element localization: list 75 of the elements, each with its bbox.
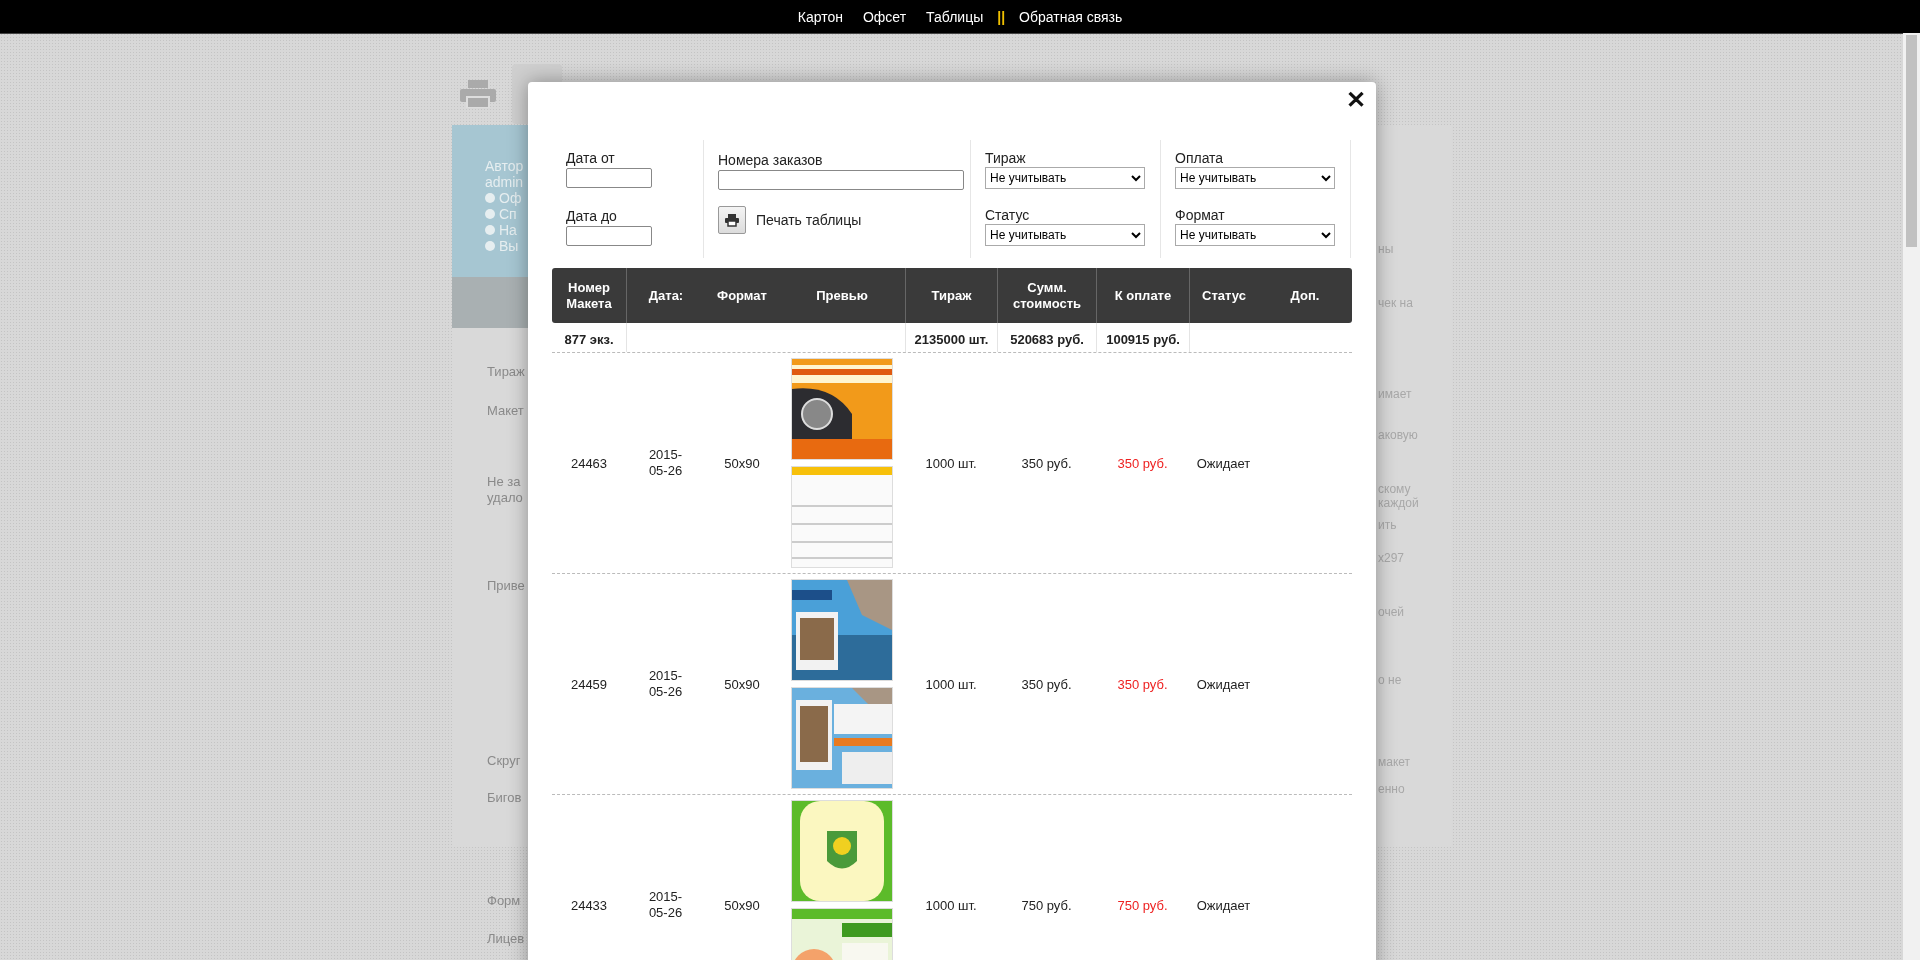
column-header: Номер Макета (565, 278, 613, 313)
table-cell: 100915 руб. (1096, 323, 1189, 352)
filter-dropdown[interactable]: Не учитывать (1175, 224, 1335, 246)
table-cell-text: 1000 шт. (924, 454, 978, 473)
table-cell-text: 750 руб. (1020, 896, 1073, 915)
scrollbar-thumb[interactable] (1906, 35, 1917, 247)
sidebar-user: admin (485, 174, 524, 190)
field-label: Дата от (566, 150, 616, 166)
nav-link[interactable]: Картон (797, 8, 843, 25)
column-header: Статус (1189, 268, 1258, 323)
section-heading: удало (487, 490, 523, 505)
column-header: Формат (716, 286, 768, 305)
section-heading: Лицев (487, 931, 525, 946)
table-cell-text: 350 руб. (1020, 454, 1073, 473)
table-cell-text: 50x90 (723, 675, 761, 694)
printer-icon (725, 213, 739, 227)
field-label: Тираж (985, 150, 1027, 166)
field-label: Статус (985, 207, 1031, 223)
table-cell-text: Ожидает (1195, 896, 1252, 915)
print-button[interactable] (718, 206, 746, 234)
table-cell-text: 750 руб. (1116, 896, 1169, 915)
date-to-field[interactable] (566, 226, 652, 246)
table-cell-text: 50x90 (723, 454, 761, 473)
table-cell-text: Ожидает (1195, 675, 1252, 694)
bullet-icon (485, 241, 495, 251)
column-header: Сумм. стоимость (997, 268, 1096, 323)
filter-dropdown[interactable]: Не учитывать (985, 167, 1145, 189)
field-label: Оплата (1175, 150, 1225, 166)
sidebar-title: Автор (485, 158, 524, 174)
field-label: Формат (1175, 207, 1226, 223)
section-heading: Форм (487, 893, 521, 908)
table-cell-text: 24459 (569, 675, 609, 694)
table-cell-text: 1000 шт. (924, 896, 978, 915)
table-cell-text: 2015-05-26 (647, 668, 684, 700)
section-heading: Тираж (487, 364, 525, 379)
table-cell-text: Ожидает (1195, 454, 1252, 473)
field-label: Номера заказов (718, 152, 824, 168)
printer-icon (460, 80, 496, 108)
column-header: Доп. (1289, 286, 1321, 305)
section-heading: Макет (487, 403, 524, 418)
section-heading: Скруг (487, 753, 521, 768)
table-cell: 520683 руб. (997, 323, 1096, 352)
column-header: Превью (815, 286, 869, 305)
bullet-icon (485, 209, 495, 219)
column-header: Дата: (626, 268, 705, 323)
bullet-icon (485, 193, 495, 203)
field-label: Дата до (566, 208, 618, 224)
table-cell-text: 350 руб. (1116, 675, 1169, 694)
table-cell-text: 1000 шт. (924, 675, 978, 694)
column-header: Тираж (905, 268, 997, 323)
table-cell-text: 50x90 (723, 896, 761, 915)
section-heading: Бигов (487, 790, 522, 805)
table-cell-text: 877 экз. (563, 331, 615, 349)
nav-link[interactable]: Таблицы (926, 8, 984, 25)
bullet-icon (485, 225, 495, 235)
table-cell-text: 24463 (569, 454, 609, 473)
close-button[interactable]: ✕ (1344, 84, 1368, 116)
filter-dropdown[interactable]: Не учитывать (1175, 167, 1335, 189)
table-cell-text: 350 руб. (1116, 454, 1169, 473)
nav-separator: || (997, 8, 1006, 25)
filter-dropdown[interactable]: Не учитывать (985, 224, 1145, 246)
table-cell-text: 350 руб. (1020, 675, 1073, 694)
nav-link[interactable]: Офсет (862, 8, 907, 25)
table-cell: 2135000 шт. (905, 323, 997, 352)
section-heading: Не за (487, 474, 521, 489)
nav-link[interactable]: Обратная связь (1019, 8, 1123, 25)
table-cell-text: 24433 (569, 896, 609, 915)
scrollbar[interactable] (1903, 33, 1920, 960)
table-cell-text: 2015-05-26 (647, 447, 684, 479)
table-cell-text: 2015-05-26 (647, 889, 684, 921)
section-heading: Приве (487, 578, 525, 593)
print-label: Печать таблицы (756, 212, 862, 228)
date-from-field[interactable] (566, 168, 652, 188)
order-numbers-field[interactable] (718, 170, 964, 190)
column-header: К оплате (1096, 268, 1189, 323)
